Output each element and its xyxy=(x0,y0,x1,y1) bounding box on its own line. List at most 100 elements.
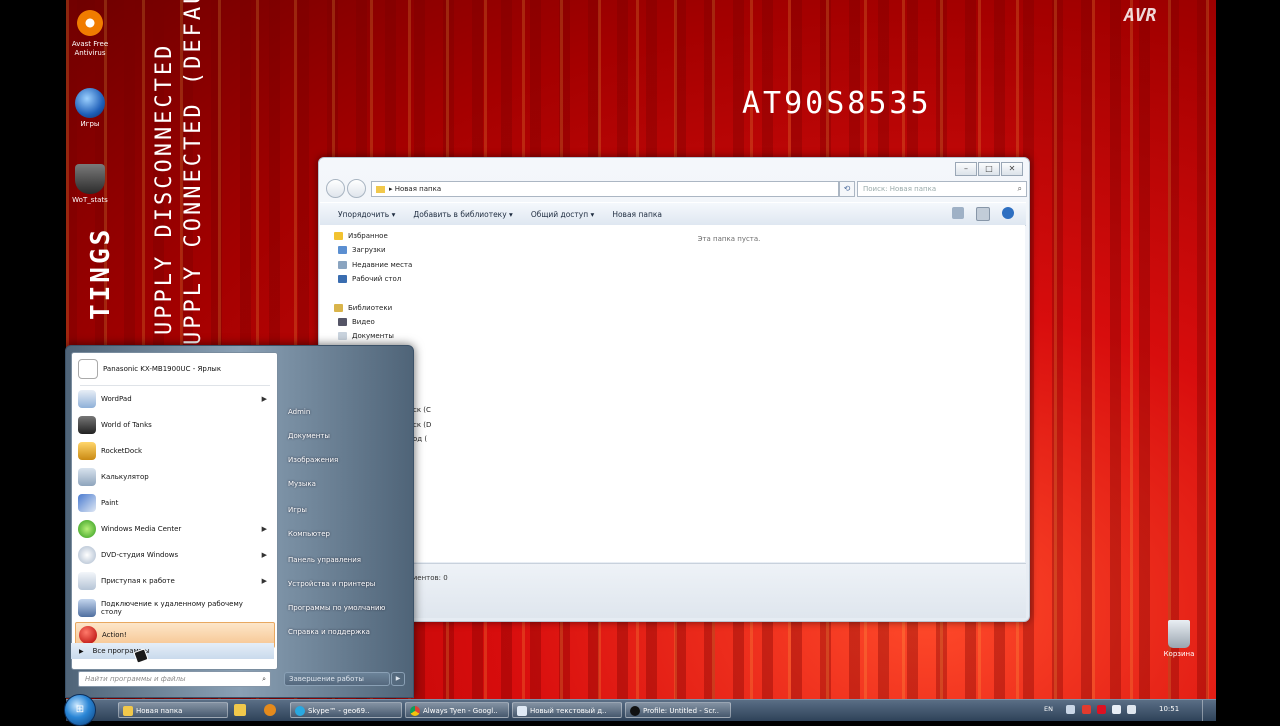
tray-language[interactable]: EN xyxy=(1044,705,1053,713)
taskbar-button-skype[interactable]: Skype™ - geo69.. xyxy=(290,702,402,718)
add-to-library-button[interactable]: Добавить в библиотеку ▾ xyxy=(413,210,512,219)
start-right-music[interactable]: Музыка xyxy=(288,480,316,488)
search-input[interactable]: Поиск: Новая папка ⌕ xyxy=(857,181,1027,197)
nav-libraries[interactable]: Библиотеки xyxy=(334,304,392,312)
quicklaunch-explorer-icon[interactable] xyxy=(234,704,246,716)
tray-action-icon[interactable] xyxy=(1097,705,1106,714)
shutdown-button[interactable]: Завершение работы ▶ xyxy=(284,672,405,686)
file-list-area[interactable]: Эта папка пуста. xyxy=(433,225,1025,562)
pinned-item-panasonic[interactable]: Panasonic KX-MB1900UC - Ярлык xyxy=(75,357,273,381)
desktop-icon-label: WoT_stats xyxy=(72,196,108,204)
nav-documents[interactable]: Документы xyxy=(338,332,394,340)
action-icon xyxy=(79,626,97,644)
view-options-icon[interactable] xyxy=(952,207,964,219)
program-media-center[interactable]: Windows Media Center ▶ xyxy=(75,517,273,541)
nav-downloads[interactable]: Загрузки xyxy=(338,246,386,254)
desktop-icon-games[interactable]: Игры xyxy=(60,88,120,129)
start-right-admin[interactable]: Admin xyxy=(288,408,310,416)
explorer-window[interactable]: – □ ✕ ▸ Новая папка ⟲ Поиск: Новая папка… xyxy=(318,157,1030,622)
start-menu: Panasonic KX-MB1900UC - Ярлык WordPad ▶ W… xyxy=(65,345,414,698)
program-remote-desktop[interactable]: Подключение к удаленному рабочему столу xyxy=(75,595,273,621)
start-right-pane: Admin Документы Изображения Музыка Игры … xyxy=(280,352,410,672)
desktop-icon-wot[interactable]: WoT_stats xyxy=(60,164,120,205)
window-caption-buttons: – □ ✕ xyxy=(955,162,1023,176)
volume-icon[interactable] xyxy=(1127,705,1136,714)
start-right-devices[interactable]: Устройства и принтеры xyxy=(288,580,375,588)
start-right-games[interactable]: Игры xyxy=(288,506,307,514)
refresh-button[interactable]: ⟲ xyxy=(839,181,855,197)
documents-icon xyxy=(338,332,347,340)
program-paint[interactable]: Paint xyxy=(75,491,273,515)
tray-arrow-icon[interactable] xyxy=(1066,705,1075,714)
program-getting-started[interactable]: Приступая к работе ▶ xyxy=(75,569,273,593)
recycle-bin[interactable]: Корзина xyxy=(1160,620,1198,658)
libraries-icon xyxy=(334,304,343,312)
organize-button[interactable]: Упорядочить ▾ xyxy=(338,210,395,219)
start-right-help[interactable]: Справка и поддержка xyxy=(288,628,370,636)
start-right-default-programs[interactable]: Программы по умолчанию xyxy=(288,604,385,612)
avast-icon xyxy=(75,8,105,38)
windows-logo-icon: ⊞ xyxy=(75,704,85,715)
video-icon xyxy=(338,318,347,326)
downloads-icon xyxy=(338,246,347,254)
back-button[interactable] xyxy=(326,179,345,198)
star-icon xyxy=(334,232,343,240)
address-bar[interactable]: ▸ Новая папка xyxy=(371,181,839,197)
right-letterbox xyxy=(1216,0,1280,720)
program-wordpad[interactable]: WordPad ▶ xyxy=(75,387,273,411)
start-right-control-panel[interactable]: Панель управления xyxy=(288,556,361,564)
programs-pane: Panasonic KX-MB1900UC - Ярлык WordPad ▶ W… xyxy=(71,352,278,670)
shutdown-options-arrow-icon[interactable]: ▶ xyxy=(391,672,405,686)
command-bar: Упорядочить ▾ Добавить в библиотеку ▾ Об… xyxy=(320,202,1026,226)
drive-e-fragment[interactable]: од ( xyxy=(413,435,427,443)
games-icon xyxy=(75,88,105,118)
recorder-icon xyxy=(630,706,640,716)
new-folder-button[interactable]: Новая папка xyxy=(612,210,662,219)
nav-recent[interactable]: Недавние места xyxy=(338,261,412,269)
start-search-input[interactable]: Найти программы и файлы ⌕ xyxy=(78,671,271,687)
taskbar-button-notepad[interactable]: Новый текстовый д.. xyxy=(512,702,622,718)
program-dvd-maker[interactable]: DVD-студия Windows ▶ xyxy=(75,543,273,567)
show-desktop-button[interactable] xyxy=(1202,700,1215,721)
left-letterbox xyxy=(0,0,66,720)
taskbar-button-chrome[interactable]: Always Tyen - Googl.. xyxy=(405,702,509,718)
submenu-arrow-icon: ▶ xyxy=(261,551,267,559)
program-world-of-tanks[interactable]: World of Tanks xyxy=(75,413,273,437)
preview-pane-icon[interactable] xyxy=(976,207,990,221)
quicklaunch-media-icon[interactable] xyxy=(264,704,276,716)
maximize-button[interactable]: □ xyxy=(978,162,1000,176)
forward-button[interactable] xyxy=(347,179,366,198)
desktop-icon-label: Avast Free Antivirus xyxy=(71,40,109,57)
desktop-icon-avast[interactable]: Avast Free Antivirus xyxy=(60,8,120,58)
share-button[interactable]: Общий доступ ▾ xyxy=(531,210,595,219)
nav-desktop[interactable]: Рабочий стол xyxy=(338,275,401,283)
start-button[interactable]: ⊞ xyxy=(64,694,96,726)
skype-icon xyxy=(295,706,305,716)
start-right-pictures[interactable]: Изображения xyxy=(288,456,338,464)
clock[interactable]: 10:51 xyxy=(1159,705,1179,713)
start-right-computer[interactable]: Компьютер xyxy=(288,530,330,538)
start-right-documents[interactable]: Документы xyxy=(288,432,330,440)
dvd-maker-icon xyxy=(78,546,96,564)
program-calculator[interactable]: Калькулятор xyxy=(75,465,273,489)
close-button[interactable]: ✕ xyxy=(1001,162,1023,176)
paint-icon xyxy=(78,494,96,512)
all-programs-button[interactable]: ▶ Все программы xyxy=(71,643,274,659)
drive-d-fragment[interactable]: ск (D xyxy=(413,421,431,429)
tray-flag-icon[interactable] xyxy=(1082,705,1091,714)
help-icon[interactable] xyxy=(1002,207,1014,219)
submenu-arrow-icon: ▶ xyxy=(261,525,267,533)
minimize-button[interactable]: – xyxy=(955,162,977,176)
expand-arrow-icon: ▶ xyxy=(79,648,84,655)
drive-c-fragment[interactable]: ск (C xyxy=(413,406,431,414)
rocketdock-icon xyxy=(78,442,96,460)
nav-favorites[interactable]: Избранное xyxy=(334,232,388,240)
nav-video[interactable]: Видео xyxy=(338,318,375,326)
search-icon: ⌕ xyxy=(1017,184,1022,193)
recent-icon xyxy=(338,261,347,269)
program-rocketdock[interactable]: RocketDock xyxy=(75,439,273,463)
taskbar-button-explorer[interactable]: Новая папка xyxy=(118,702,228,718)
recycle-bin-label: Корзина xyxy=(1163,650,1195,658)
network-icon[interactable] xyxy=(1112,705,1121,714)
taskbar-button-recorder[interactable]: Profile: Untitled - Scr.. xyxy=(625,702,731,718)
